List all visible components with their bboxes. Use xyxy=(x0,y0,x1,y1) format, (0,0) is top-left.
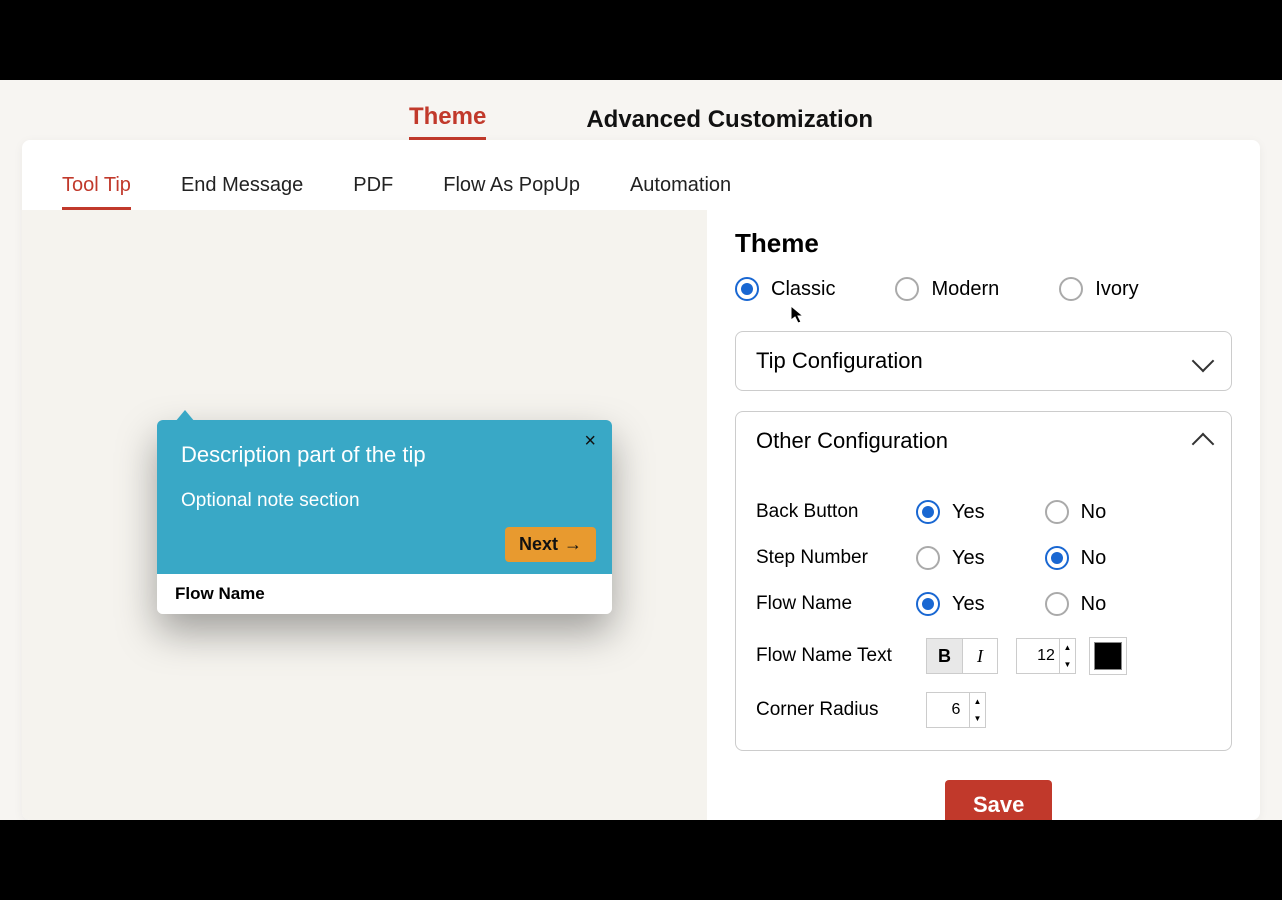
radio-label: Ivory xyxy=(1095,278,1138,301)
row-label: Back Button xyxy=(756,501,916,523)
accordion-tip-configuration[interactable]: Tip Configuration xyxy=(735,331,1232,391)
radio-classic[interactable]: Classic xyxy=(735,277,835,301)
flow-name-bar: Flow Name xyxy=(157,574,612,614)
main-tabs: Theme Advanced Customization xyxy=(0,80,1282,140)
subtab-end-message[interactable]: End Message xyxy=(181,164,303,210)
accordion-header[interactable]: Other Configuration xyxy=(736,412,1231,470)
row-label: Step Number xyxy=(756,547,916,569)
row-label: Flow Name Text xyxy=(756,645,926,667)
row-back-button: Back Button Yes No xyxy=(756,500,1211,524)
step-up-icon[interactable]: ▲ xyxy=(970,693,985,710)
next-label: Next xyxy=(519,534,558,555)
chevron-down-icon xyxy=(1192,350,1215,373)
back-button-yes[interactable]: Yes xyxy=(916,500,985,524)
subtab-tool-tip[interactable]: Tool Tip xyxy=(62,164,131,210)
bold-button[interactable]: B xyxy=(926,638,962,674)
step-number-yes[interactable]: Yes xyxy=(916,546,985,570)
accordion-other-configuration: Other Configuration Back Button Yes xyxy=(735,411,1232,751)
radio-label: Yes xyxy=(952,547,985,570)
step-number-no[interactable]: No xyxy=(1045,546,1107,570)
config-area: Theme Classic Modern Ivory Tip Configura… xyxy=(707,210,1260,820)
back-button-no[interactable]: No xyxy=(1045,500,1107,524)
radio-circle-icon xyxy=(1045,546,1069,570)
radio-modern[interactable]: Modern xyxy=(895,277,999,301)
tooltip-body: × Description part of the tip Optional n… xyxy=(157,420,612,574)
subtab-automation[interactable]: Automation xyxy=(630,164,731,210)
accordion-title: Tip Configuration xyxy=(756,348,923,374)
radio-ivory[interactable]: Ivory xyxy=(1059,277,1138,301)
color-swatch[interactable] xyxy=(1094,642,1122,670)
section-title-theme: Theme xyxy=(735,228,1232,259)
row-step-number: Step Number Yes No xyxy=(756,546,1211,570)
tooltip-description: Description part of the tip xyxy=(181,442,588,468)
letterbox-bottom xyxy=(0,820,1282,900)
radio-circle-icon xyxy=(1045,592,1069,616)
radio-label: No xyxy=(1081,547,1107,570)
row-label: Flow Name xyxy=(756,593,916,615)
step-down-icon[interactable]: ▼ xyxy=(970,710,985,727)
theme-radio-group: Classic Modern Ivory xyxy=(735,277,1232,301)
corner-radius-value: 6 xyxy=(952,701,961,719)
tooltip-preview: × Description part of the tip Optional n… xyxy=(157,420,612,614)
chevron-up-icon xyxy=(1192,433,1215,456)
row-label: Corner Radius xyxy=(756,699,926,721)
radio-label: No xyxy=(1081,593,1107,616)
arrow-right-icon: → xyxy=(564,534,582,555)
font-size-input[interactable]: 12 ▲ ▼ xyxy=(1016,638,1076,674)
radio-label: No xyxy=(1081,501,1107,524)
tab-advanced-customization[interactable]: Advanced Customization xyxy=(586,100,873,140)
radio-label: Classic xyxy=(771,278,835,301)
letterbox-top xyxy=(0,0,1282,80)
row-corner-radius: Corner Radius 6 ▲ ▼ xyxy=(756,692,1211,728)
subtab-pdf[interactable]: PDF xyxy=(353,164,393,210)
radio-label: Yes xyxy=(952,593,985,616)
subtab-flow-as-popup[interactable]: Flow As PopUp xyxy=(443,164,580,210)
radio-label: Yes xyxy=(952,501,985,524)
row-flow-name: Flow Name Yes No xyxy=(756,592,1211,616)
italic-button[interactable]: I xyxy=(962,638,998,674)
panel: Tool Tip End Message PDF Flow As PopUp A… xyxy=(22,140,1260,820)
flow-name-yes[interactable]: Yes xyxy=(916,592,985,616)
tab-theme[interactable]: Theme xyxy=(409,97,486,140)
step-up-icon[interactable]: ▲ xyxy=(1060,639,1075,656)
sub-tabs: Tool Tip End Message PDF Flow As PopUp A… xyxy=(22,140,1260,210)
radio-circle-icon xyxy=(735,277,759,301)
corner-radius-input[interactable]: 6 ▲ ▼ xyxy=(926,692,986,728)
radio-circle-icon xyxy=(1059,277,1083,301)
radio-circle-icon xyxy=(916,500,940,524)
preview-area: × Description part of the tip Optional n… xyxy=(22,210,707,820)
font-size-value: 12 xyxy=(1037,647,1055,665)
row-flow-name-text: Flow Name Text B I 12 ▲ ▼ xyxy=(756,638,1211,674)
radio-circle-icon xyxy=(916,592,940,616)
tooltip-note: Optional note section xyxy=(181,490,588,512)
radio-circle-icon xyxy=(1045,500,1069,524)
close-icon[interactable]: × xyxy=(584,430,596,453)
next-button[interactable]: Next → xyxy=(505,527,596,562)
accordion-title: Other Configuration xyxy=(756,428,948,454)
step-down-icon[interactable]: ▼ xyxy=(1060,656,1075,673)
radio-label: Modern xyxy=(931,278,999,301)
radio-circle-icon xyxy=(895,277,919,301)
flow-name-no[interactable]: No xyxy=(1045,592,1107,616)
radio-circle-icon xyxy=(916,546,940,570)
